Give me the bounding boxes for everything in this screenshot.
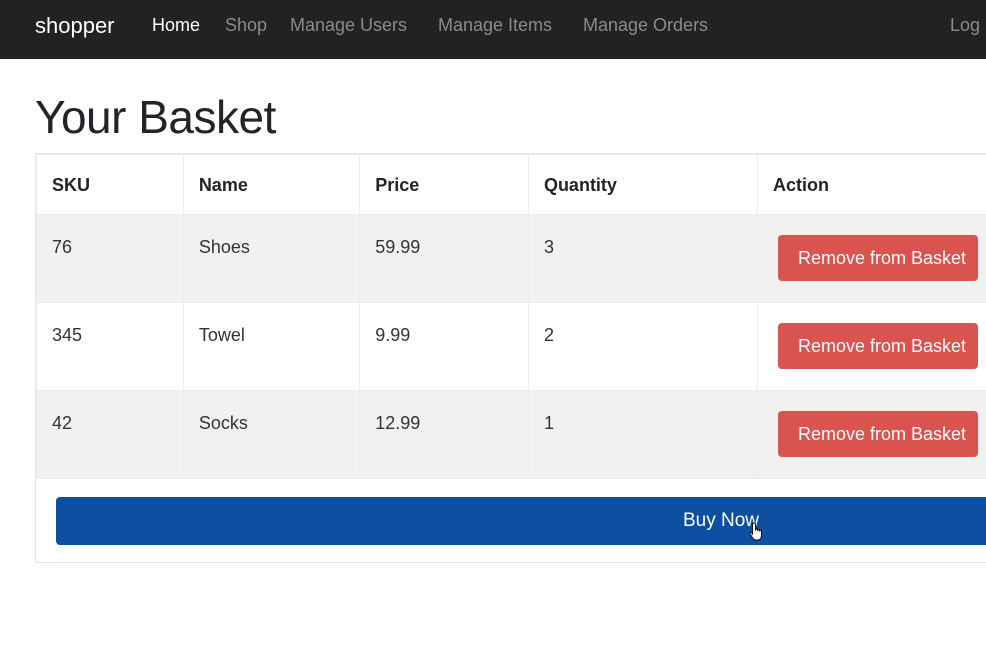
nav-manage-items[interactable]: Manage Items — [438, 15, 552, 36]
column-header-sku: SKU — [36, 154, 184, 215]
cell-sku: 42 — [36, 390, 184, 479]
page-title: Your Basket — [35, 91, 276, 143]
table-row: 76 Shoes 59.99 3 Remove from Basket — [36, 214, 986, 303]
table-row: 42 Socks 12.99 1 Remove from Basket — [36, 390, 986, 479]
cell-name: Shoes — [182, 214, 361, 303]
cell-action: Remove from Basket — [756, 214, 986, 303]
nav-manage-users[interactable]: Manage Users — [290, 15, 407, 36]
cell-quantity: 2 — [527, 302, 758, 391]
cell-quantity: 1 — [527, 390, 758, 479]
cell-sku: 345 — [36, 302, 184, 391]
cell-price: 9.99 — [359, 302, 529, 391]
column-header-price: Price — [359, 154, 529, 215]
top-navbar: shopper Home Shop Manage Users Manage It… — [0, 0, 986, 59]
table-row: 345 Towel 9.99 2 Remove from Basket — [36, 302, 986, 391]
remove-from-basket-button[interactable]: Remove from Basket — [777, 235, 978, 281]
buy-now-button[interactable]: Buy Now — [56, 497, 986, 545]
table-header-row: SKU Name Price Quantity Action — [36, 154, 986, 215]
nav-home[interactable]: Home — [152, 15, 200, 36]
basket-table: SKU Name Price Quantity Action 76 Shoes … — [36, 154, 986, 479]
basket-table-panel: SKU Name Price Quantity Action 76 Shoes … — [35, 153, 986, 563]
column-header-name: Name — [182, 154, 361, 215]
nav-manage-orders[interactable]: Manage Orders — [583, 15, 708, 36]
cell-name: Socks — [182, 390, 361, 479]
remove-from-basket-button[interactable]: Remove from Basket — [777, 411, 978, 457]
column-header-quantity: Quantity — [527, 154, 758, 215]
nav-logout[interactable]: Log — [950, 15, 980, 36]
hand-cursor-icon — [749, 522, 762, 541]
remove-from-basket-button[interactable]: Remove from Basket — [777, 323, 978, 369]
column-header-action: Action — [756, 154, 986, 215]
cell-action: Remove from Basket — [756, 390, 986, 479]
cell-name: Towel — [182, 302, 361, 391]
cell-price: 12.99 — [359, 390, 529, 479]
nav-shop[interactable]: Shop — [225, 15, 267, 36]
cell-action: Remove from Basket — [756, 302, 986, 391]
cell-sku: 76 — [36, 214, 184, 303]
cell-price: 59.99 — [359, 214, 529, 303]
brand-logo[interactable]: shopper — [35, 13, 115, 39]
buy-row: Buy Now — [56, 497, 986, 545]
buy-now-label: Buy Now — [683, 510, 760, 531]
cell-quantity: 3 — [527, 214, 758, 303]
